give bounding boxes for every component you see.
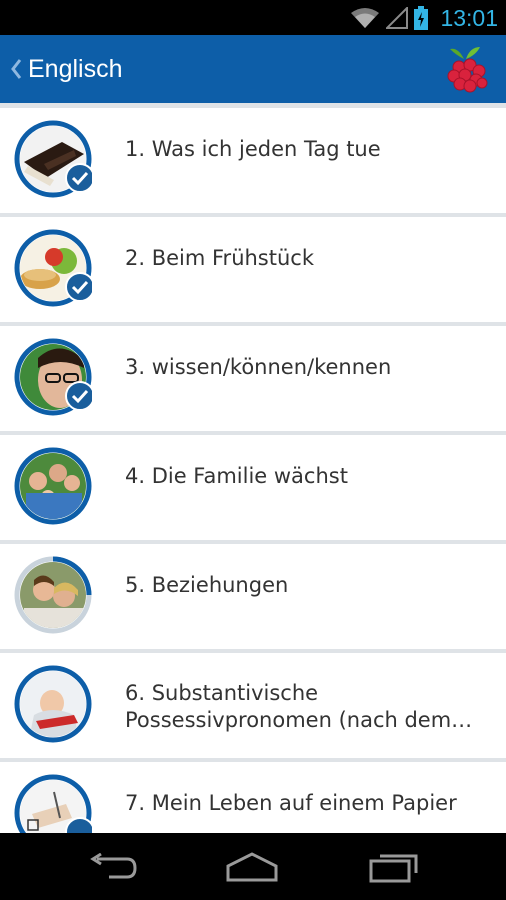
list-item[interactable]: 5. Beziehungen	[0, 544, 506, 649]
status-bar: 13:01	[0, 0, 506, 35]
status-time: 13:01	[440, 4, 498, 31]
lesson-title: 1. Was ich jeden Tag tue	[125, 137, 381, 161]
check-badge-icon	[65, 272, 92, 302]
raspberry-icon[interactable]	[444, 45, 490, 93]
lesson-thumbnail	[14, 665, 92, 743]
lesson-thumbnail	[14, 774, 92, 833]
lesson-title: 2. Beim Frühstück	[125, 246, 314, 270]
lesson-title: 3. wissen/können/kennen	[125, 355, 392, 379]
navigation-bar	[0, 833, 506, 900]
list-item[interactable]: 2. Beim Frühstück	[0, 217, 506, 322]
list-item[interactable]: 3. wissen/können/kennen	[0, 326, 506, 431]
wifi-icon	[351, 8, 380, 28]
app-bar: Englisch	[0, 35, 506, 103]
back-arrow-icon[interactable]	[82, 847, 142, 887]
check-badge-icon	[65, 163, 92, 193]
lesson-thumbnail	[14, 556, 92, 634]
signal-icon	[386, 7, 409, 29]
lesson-title: 5. Beziehungen	[125, 573, 289, 597]
home-icon[interactable]	[222, 847, 282, 887]
list-item[interactable]: 1. Was ich jeden Tag tue	[0, 108, 506, 213]
list-item[interactable]: 7. Mein Leben auf einem Papier	[0, 762, 506, 833]
lesson-title: 4. Die Familie wächst	[125, 464, 348, 488]
lesson-list[interactable]: 1. Was ich jeden Tag tue 2. Beim Frühstü…	[0, 103, 506, 833]
list-item[interactable]: 6. Substantivische Possessivpronomen (na…	[0, 653, 506, 758]
status-icons: 13:01	[350, 3, 498, 33]
lesson-title: 6. Substantivische Possessivpronomen (na…	[125, 681, 473, 732]
list-item[interactable]: 4. Die Familie wächst	[0, 435, 506, 540]
recent-apps-icon[interactable]	[364, 847, 424, 887]
lesson-thumbnail	[14, 447, 92, 525]
lesson-thumbnail	[14, 120, 92, 198]
battery-icon	[414, 6, 429, 30]
chevron-left-icon[interactable]	[4, 49, 28, 89]
check-badge-icon	[65, 381, 92, 411]
lesson-thumbnail	[14, 338, 92, 416]
lesson-thumbnail	[14, 229, 92, 307]
lesson-title: 7. Mein Leben auf einem Papier	[125, 791, 457, 815]
page-title[interactable]: Englisch	[28, 55, 123, 84]
